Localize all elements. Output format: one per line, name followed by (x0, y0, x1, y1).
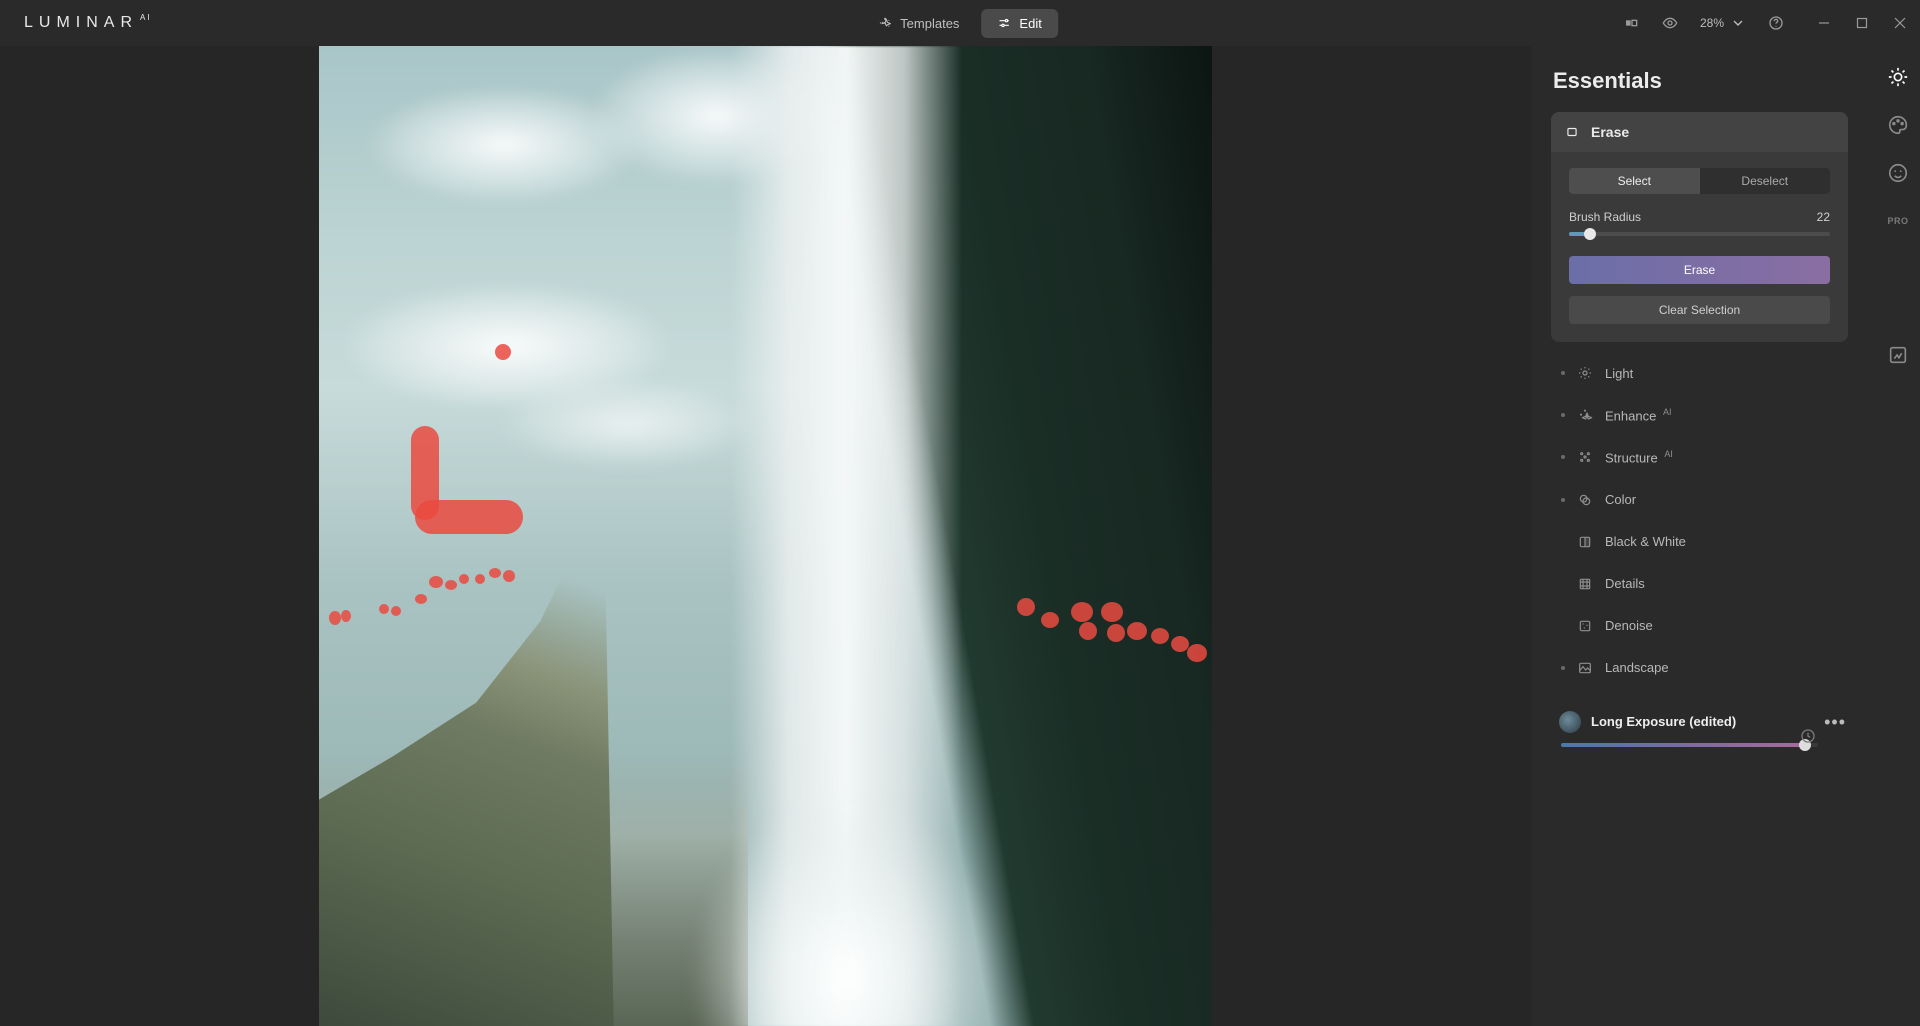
brush-slider-thumb[interactable] (1584, 228, 1596, 240)
tool-icon (1577, 660, 1593, 676)
tool-item-details[interactable]: Details (1551, 563, 1848, 605)
tool-item-black-white[interactable]: Black & White (1551, 521, 1848, 563)
tool-active-dot (1561, 413, 1565, 417)
tool-label: Denoise (1605, 618, 1653, 633)
category-strip: PRO (1876, 46, 1920, 1026)
tool-icon (1577, 492, 1593, 508)
pro-label: PRO (1887, 216, 1908, 226)
tool-item-landscape[interactable]: Landscape (1551, 647, 1848, 689)
canvas-area[interactable] (0, 46, 1531, 1026)
deselect-label: Deselect (1741, 174, 1788, 188)
photo-canvas[interactable] (319, 46, 1212, 1026)
tool-label: Landscape (1605, 660, 1669, 675)
tool-icon (1577, 407, 1593, 423)
topbar: LUMINAR AI Templates Edit 28% (0, 0, 1920, 46)
tool-icon (1577, 449, 1593, 465)
zoom-dropdown[interactable]: 28% (1700, 15, 1746, 31)
erase-button[interactable]: Erase (1569, 256, 1830, 284)
tool-active-dot (1561, 455, 1565, 459)
portrait-category-icon[interactable] (1887, 162, 1909, 184)
templates-tab[interactable]: Templates (862, 9, 975, 38)
tool-item-light[interactable]: Light (1551, 352, 1848, 394)
select-mode-button[interactable]: Select (1569, 168, 1700, 194)
right-panel: Essentials Erase Select Deselect (1531, 46, 1876, 1026)
tool-list: Light Enhance AI Structure AI Color Black & … (1551, 352, 1848, 689)
zoom-value: 28% (1700, 16, 1724, 30)
tool-item-structure[interactable]: Structure AI (1551, 436, 1848, 478)
window-minimize[interactable] (1818, 17, 1830, 29)
preset-more-button[interactable]: ••• (1824, 713, 1846, 731)
edit-label: Edit (1019, 16, 1041, 31)
app-brand: LUMINAR (24, 14, 138, 32)
preset-amount-slider[interactable] (1561, 743, 1818, 747)
preview-icon[interactable] (1662, 15, 1678, 31)
window-close[interactable] (1894, 17, 1906, 29)
tool-label: Structure AI (1605, 449, 1673, 465)
tool-active-dot (1561, 498, 1565, 502)
sparkle-icon (878, 16, 892, 30)
chevron-down-icon (1730, 15, 1746, 31)
templates-label: Templates (900, 16, 959, 31)
tool-item-enhance[interactable]: Enhance AI (1551, 394, 1848, 436)
panel-title: Essentials (1553, 68, 1848, 94)
deselect-mode-button[interactable]: Deselect (1700, 168, 1831, 194)
tool-label: Enhance AI (1605, 407, 1671, 423)
tool-icon (1577, 534, 1593, 550)
erase-icon (1565, 125, 1579, 139)
tool-icon (1577, 365, 1593, 381)
clear-selection-label: Clear Selection (1659, 303, 1740, 317)
tool-icon (1577, 618, 1593, 634)
tool-label: Black & White (1605, 534, 1686, 549)
preset-thumbnail[interactable] (1559, 711, 1581, 733)
help-icon[interactable] (1768, 15, 1784, 31)
select-label: Select (1618, 174, 1651, 188)
erase-panel: Erase Select Deselect Brush Radius 22 (1551, 112, 1848, 342)
local-masking-icon[interactable] (1887, 344, 1909, 366)
compare-icon[interactable] (1624, 15, 1640, 31)
essentials-category-icon[interactable] (1887, 66, 1909, 88)
tool-label: Color (1605, 492, 1636, 507)
preset-name: Long Exposure (edited) (1591, 714, 1814, 729)
erase-panel-header[interactable]: Erase (1551, 112, 1848, 152)
pro-category-label[interactable]: PRO (1887, 210, 1909, 232)
tool-item-color[interactable]: Color (1551, 479, 1848, 521)
creative-category-icon[interactable] (1887, 114, 1909, 136)
history-icon[interactable] (1800, 728, 1816, 749)
window-maximize[interactable] (1856, 17, 1868, 29)
app-brand-suffix: AI (140, 13, 152, 22)
select-mode-segment: Select Deselect (1569, 168, 1830, 194)
sliders-icon (997, 16, 1011, 30)
tool-icon (1577, 576, 1593, 592)
tool-label: Details (1605, 576, 1645, 591)
tool-active-dot (1561, 666, 1565, 670)
tool-label: Light (1605, 366, 1633, 381)
tool-item-denoise[interactable]: Denoise (1551, 605, 1848, 647)
clear-selection-button[interactable]: Clear Selection (1569, 296, 1830, 324)
erase-button-label: Erase (1684, 263, 1715, 277)
erase-title: Erase (1591, 124, 1629, 140)
tool-active-dot (1561, 371, 1565, 375)
brush-radius-slider[interactable]: Brush Radius 22 (1569, 210, 1830, 236)
app-logo: LUMINAR AI (24, 14, 152, 32)
preset-footer: Long Exposure (edited) ••• (1551, 711, 1848, 747)
brush-radius-label: Brush Radius (1569, 210, 1641, 224)
edit-tab[interactable]: Edit (981, 9, 1057, 38)
brush-radius-value: 22 (1817, 210, 1830, 224)
